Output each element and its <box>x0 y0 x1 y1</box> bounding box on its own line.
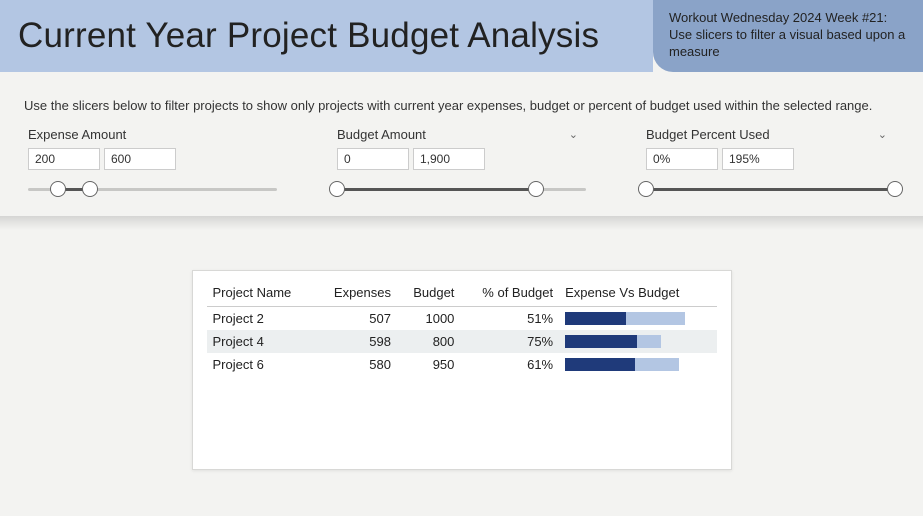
cell-expenses: 580 <box>315 353 397 376</box>
cell-expenses: 507 <box>315 307 397 331</box>
col-pct[interactable]: % of Budget <box>460 281 559 307</box>
table-row[interactable]: Project 2507100051% <box>207 307 717 331</box>
slicer-percent-min-input[interactable] <box>646 148 718 170</box>
cell-budget: 800 <box>397 330 460 353</box>
project-table: Project Name Expenses Budget % of Budget… <box>207 281 717 376</box>
cell-budget: 1000 <box>397 307 460 331</box>
slicer-expense-max-input[interactable] <box>104 148 176 170</box>
cell-budget: 950 <box>397 353 460 376</box>
header-main: Current Year Project Budget Analysis <box>0 0 653 72</box>
table-header-row: Project Name Expenses Budget % of Budget… <box>207 281 717 307</box>
cell-bar <box>559 353 716 376</box>
cell-name: Project 4 <box>207 330 315 353</box>
slicer-budget-handle-low[interactable] <box>329 181 345 197</box>
cell-expenses: 598 <box>315 330 397 353</box>
slicer-expense-min-input[interactable] <box>28 148 100 170</box>
col-budget[interactable]: Budget <box>397 281 460 307</box>
slicers-row: Expense Amount Budget Amount ⌄ <box>0 127 923 216</box>
col-project-name[interactable]: Project Name <box>207 281 315 307</box>
slicer-budget-min-input[interactable] <box>337 148 409 170</box>
cell-pct: 51% <box>460 307 559 331</box>
slicer-budget-track[interactable] <box>337 180 586 200</box>
slicer-budget: Budget Amount ⌄ <box>337 127 586 200</box>
header-subtitle: Workout Wednesday 2024 Week #21: Use sli… <box>653 0 923 72</box>
chevron-down-icon[interactable]: ⌄ <box>878 128 887 141</box>
slicer-expense-handle-high[interactable] <box>82 181 98 197</box>
slicer-percent: Budget Percent Used ⌄ <box>646 127 895 200</box>
chevron-down-icon[interactable]: ⌄ <box>569 128 578 141</box>
slicer-expense-track[interactable] <box>28 180 277 200</box>
slicer-percent-handle-low[interactable] <box>638 181 654 197</box>
header: Current Year Project Budget Analysis Wor… <box>0 0 923 72</box>
slicer-budget-handle-high[interactable] <box>528 181 544 197</box>
slicer-percent-label: Budget Percent Used <box>646 127 770 142</box>
cell-bar <box>559 330 716 353</box>
slicer-budget-label: Budget Amount <box>337 127 426 142</box>
cell-name: Project 6 <box>207 353 315 376</box>
page-title: Current Year Project Budget Analysis <box>18 16 599 56</box>
cell-name: Project 2 <box>207 307 315 331</box>
slicer-expense-handle-low[interactable] <box>50 181 66 197</box>
divider <box>0 216 923 230</box>
slicer-percent-track[interactable] <box>646 180 895 200</box>
instructions-text: Use the slicers below to filter projects… <box>0 72 923 127</box>
slicer-percent-handle-high[interactable] <box>887 181 903 197</box>
table-row[interactable]: Project 658095061% <box>207 353 717 376</box>
slicer-expense: Expense Amount <box>28 127 277 200</box>
cell-bar <box>559 307 716 331</box>
slicer-percent-max-input[interactable] <box>722 148 794 170</box>
col-expenses[interactable]: Expenses <box>315 281 397 307</box>
table-row[interactable]: Project 459880075% <box>207 330 717 353</box>
col-bar[interactable]: Expense Vs Budget <box>559 281 716 307</box>
cell-pct: 75% <box>460 330 559 353</box>
cell-pct: 61% <box>460 353 559 376</box>
slicer-budget-max-input[interactable] <box>413 148 485 170</box>
slicer-expense-label: Expense Amount <box>28 127 126 142</box>
project-table-card: Project Name Expenses Budget % of Budget… <box>192 270 732 470</box>
